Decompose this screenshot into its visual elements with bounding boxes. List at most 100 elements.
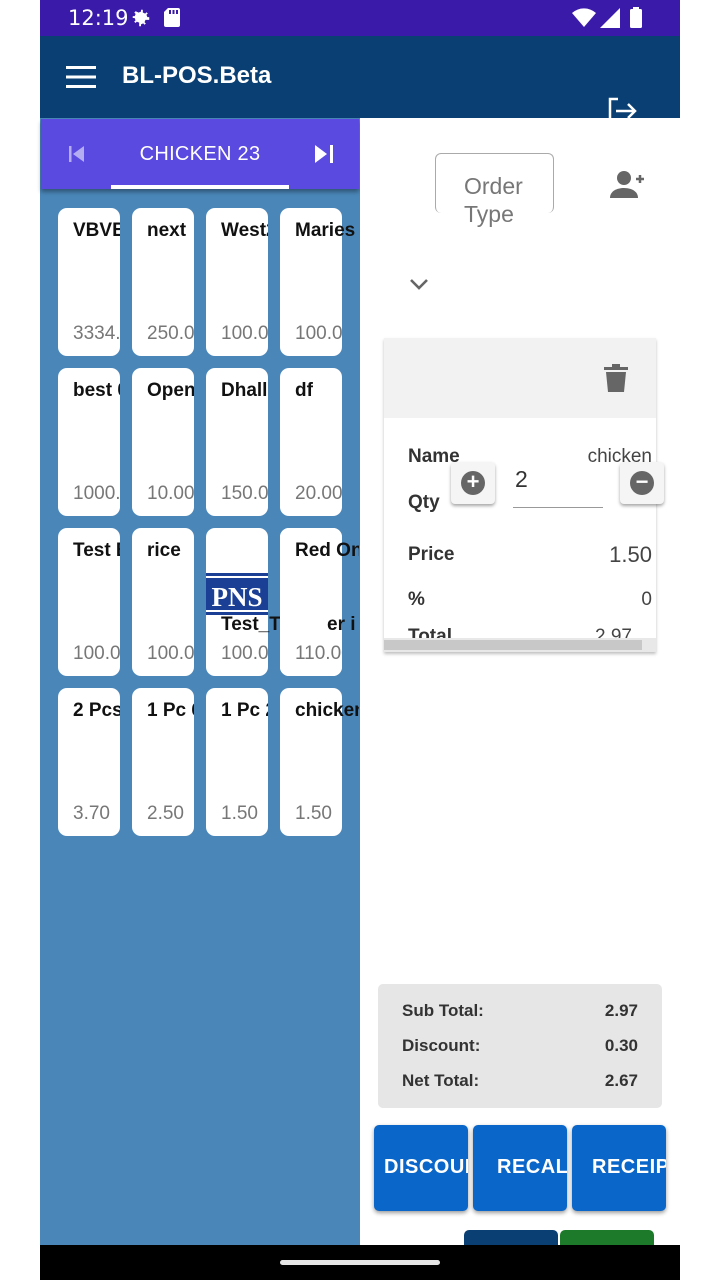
order-item-header — [384, 338, 656, 418]
hamburger-menu-icon[interactable] — [66, 66, 96, 88]
net-total-value: 2.67 — [604, 1071, 638, 1090]
status-time: 12:19 — [68, 6, 129, 30]
discount-value: 0.30 — [604, 1036, 638, 1055]
pns-logo-image: PNS — [206, 573, 268, 615]
recall-button-label: RECALL — [497, 1156, 567, 1178]
product-tile[interactable]: best 0 1000.0 — [58, 368, 120, 516]
signal-icon — [600, 8, 620, 28]
battery-icon — [630, 7, 642, 28]
product-price: 100.00 — [221, 643, 268, 664]
product-name-overflow: er i — [327, 614, 356, 635]
app-screen: 12:19 BL-POS.Beta VBVB 3334.0 next 250.0… — [0, 0, 720, 1280]
product-tile[interactable]: PNS 100.00 Test_T — [206, 528, 281, 676]
home-gesture-handle[interactable] — [280, 1260, 440, 1265]
wifi-icon — [572, 8, 596, 27]
system-nav-bar — [40, 1245, 680, 1280]
product-name: 2 Pcs — [73, 700, 120, 721]
scrollbar-thumb[interactable] — [384, 640, 642, 650]
product-name: rice — [147, 540, 181, 561]
product-name: VBVB — [73, 220, 120, 241]
product-price: 1.50 — [295, 803, 332, 824]
first-page-icon[interactable] — [67, 144, 87, 164]
category-tab-bar: CHICKEN 23 — [41, 119, 359, 189]
product-price: 20.00 — [295, 483, 342, 504]
right-margin — [680, 0, 720, 1280]
totals-box: Sub Total: 2.97 Discount: 0.30 Net Total… — [378, 984, 662, 1108]
price-label: Price — [408, 544, 455, 565]
product-price: 150.00 — [221, 483, 268, 504]
product-price: 100.00 — [73, 643, 120, 664]
app-title: BL-POS.Beta — [122, 62, 272, 89]
app-bar: BL-POS.Beta — [40, 36, 680, 125]
product-name: df — [295, 380, 313, 401]
product-tile[interactable]: VBVB 3334.0 — [58, 208, 120, 356]
net-total-label: Net Total: — [402, 1071, 480, 1090]
product-price: 250.00 — [147, 323, 194, 344]
product-name: Red On — [295, 540, 359, 561]
product-grid: VBVB 3334.0 next 250.00 West2 100.00 Mar… — [40, 118, 360, 1245]
product-tile[interactable]: next 250.00 — [132, 208, 194, 356]
product-price: 3.70 — [73, 803, 110, 824]
product-name: 1 Pc 2 — [221, 700, 268, 721]
price-value: 1.50 — [609, 542, 652, 567]
product-name: Test B — [73, 540, 120, 561]
product-tile[interactable]: 110.00 Red On er i — [280, 528, 359, 676]
product-tile[interactable]: chicken 1.50 — [280, 688, 359, 836]
recall-button[interactable]: RECALL — [473, 1125, 567, 1211]
last-page-icon[interactable] — [313, 143, 335, 165]
product-price: 10.00 — [147, 483, 194, 504]
product-price: 100.00 — [295, 323, 342, 344]
discount-label: Discount: — [402, 1036, 481, 1055]
subtotal-value: 2.97 — [604, 1001, 638, 1020]
product-tile[interactable]: df 20.00 — [280, 368, 342, 516]
qty-label: Qty — [408, 492, 440, 513]
qty-decrease-button[interactable]: − — [620, 462, 664, 504]
product-tile[interactable]: West2 100.00 — [206, 208, 268, 356]
tab-category[interactable]: CHICKEN 23 — [111, 143, 289, 166]
receipt-button-label: RECEIPT — [592, 1156, 666, 1178]
product-tile[interactable]: 2 Pcs 3.70 — [58, 688, 120, 836]
product-name: 1 Pc 6 — [147, 700, 194, 721]
order-panel: Order Type Name chicken Qty + 2 − Price … — [360, 118, 680, 1250]
product-tile-clip: PNS 100.00 — [206, 528, 268, 676]
percent-value: 0 — [641, 589, 652, 610]
qty-input[interactable]: 2 — [513, 462, 603, 508]
add-customer-icon[interactable] — [608, 170, 644, 200]
product-tile[interactable]: 1 Pc 6 2.50 — [132, 688, 194, 836]
product-price: 100.00 — [221, 323, 268, 344]
product-tile[interactable]: Maries 100.00 — [280, 208, 355, 356]
chevron-down-icon[interactable] — [408, 276, 430, 292]
trash-icon[interactable] — [604, 364, 628, 392]
plus-icon: + — [461, 471, 485, 495]
tab-indicator — [111, 185, 289, 189]
product-tile[interactable]: Test B 100.00 — [58, 528, 120, 676]
product-name: best 0 — [73, 380, 120, 401]
product-name: Open I — [147, 380, 194, 401]
product-name: West2 — [221, 220, 268, 241]
product-price: 1000.0 — [73, 483, 120, 504]
status-bar: 12:19 — [40, 0, 680, 36]
product-tile[interactable]: Dhall1 150.00 — [206, 368, 268, 516]
product-tile[interactable]: 1 Pc 2 1.50 — [206, 688, 268, 836]
left-margin — [0, 0, 40, 1280]
product-price: 2.50 — [147, 803, 184, 824]
product-tile[interactable]: Open I 10.00 — [132, 368, 194, 516]
product-name: Dhall1 — [221, 380, 268, 401]
horizontal-scrollbar[interactable] — [384, 638, 656, 652]
discount-button[interactable]: DISCOUNT — [374, 1125, 468, 1211]
product-name: next — [147, 220, 187, 241]
settings-gear-icon — [132, 9, 150, 27]
sd-card-icon — [164, 8, 180, 27]
product-price: 100.00 — [147, 643, 194, 664]
product-tile[interactable]: rice 100.00 — [132, 528, 194, 676]
order-type-dropdown[interactable]: Order Type — [435, 153, 554, 228]
discount-button-label: DISCOUNT — [384, 1156, 468, 1178]
product-name: Test_T — [221, 614, 281, 635]
product-name: chicken — [295, 700, 359, 721]
product-price: 110.00 — [295, 643, 342, 664]
qty-increase-button[interactable]: + — [451, 462, 495, 504]
product-price: 1.50 — [221, 803, 258, 824]
receipt-button[interactable]: RECEIPT — [572, 1125, 666, 1211]
subtotal-label: Sub Total: — [402, 1001, 484, 1020]
product-price: 3334.0 — [73, 323, 120, 344]
